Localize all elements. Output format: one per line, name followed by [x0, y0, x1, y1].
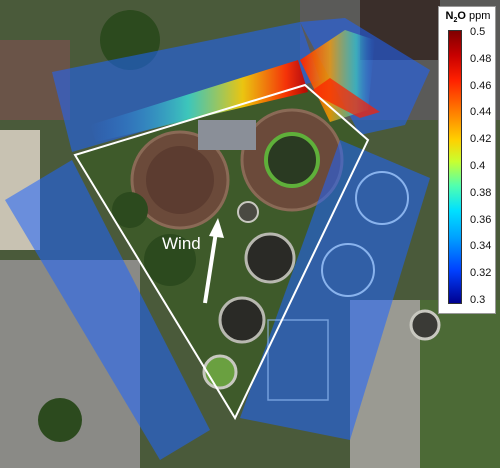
- colorbar-tick-label: 0.46: [470, 79, 492, 92]
- settling-tank: [218, 296, 266, 344]
- settling-tank: [244, 232, 296, 284]
- colorbar-tick-label: 0.32: [470, 267, 492, 280]
- tree-cluster: [38, 398, 82, 442]
- colorbar-tick-label: 0.5: [470, 26, 486, 38]
- tree-cluster: [112, 192, 148, 228]
- clarifier-tank-inner: [264, 132, 320, 188]
- colorbar-tick-label: 0.3: [470, 294, 486, 306]
- small-tank: [409, 309, 441, 341]
- colorbar-tick-label: 0.42: [470, 133, 492, 146]
- colorbar-tick-label: 0.44: [470, 106, 492, 119]
- small-tank: [237, 201, 259, 223]
- colorbar-tick-label: 0.4: [470, 160, 486, 172]
- colorbar-tick-label: 0.34: [470, 240, 492, 253]
- colorbar-title-main: N: [445, 10, 454, 22]
- colorbar-unit: ppm: [469, 10, 491, 22]
- colorbar-title: N2O ppm: [441, 10, 495, 24]
- colorbar-legend: N2O ppm 0.5 0.48 0.46 0.44 0.42 0.4 0.38 0.36 0.…: [438, 6, 496, 314]
- pump-house: [198, 120, 256, 150]
- colorbar-gradient: [448, 30, 462, 304]
- colorbar-tick-label: 0.36: [470, 213, 492, 226]
- colorbar-title-rest: O: [457, 10, 466, 22]
- aerial-photo-with-n2o-overlay: [0, 0, 500, 468]
- clarifier-tank-inner: [146, 146, 214, 214]
- colorbar-tick-label: 0.38: [470, 186, 492, 199]
- colorbar-tick-label: 0.48: [470, 52, 492, 65]
- aerial-map-view: Wind N2O ppm 0.5 0.48 0.46 0.44 0.42 0.4 0.38 0…: [0, 0, 500, 468]
- wind-label: Wind: [162, 234, 201, 253]
- settling-tank: [202, 354, 238, 390]
